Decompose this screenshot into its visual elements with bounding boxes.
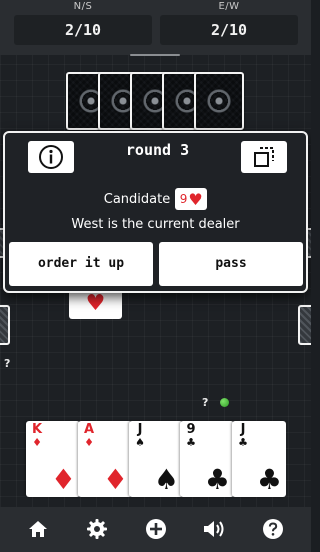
diamond-suit-icon: ♦ xyxy=(50,463,76,496)
help-icon xyxy=(263,519,283,539)
info-icon xyxy=(39,145,63,169)
bottom-nav xyxy=(0,507,311,552)
west-card-back xyxy=(0,305,10,345)
spade-suit-icon: ♠ xyxy=(135,436,145,449)
score-ns-label: N/S xyxy=(73,1,93,12)
diamond-suit-icon: ♦ xyxy=(32,436,42,449)
candidate-label: Candidate xyxy=(103,191,171,207)
home-button[interactable] xyxy=(26,517,50,541)
club-suit-icon: ♣ xyxy=(204,463,230,496)
spade-suit-icon: ♠ xyxy=(153,463,179,496)
card-rank: 9 xyxy=(186,422,196,437)
gear-icon xyxy=(87,519,107,539)
info-button[interactable] xyxy=(28,141,74,173)
sound-button[interactable] xyxy=(202,517,226,541)
score-ew: E/W 2/10 xyxy=(160,0,298,46)
diamond-suit-icon: ♦ xyxy=(84,436,94,449)
round-title: round 3 xyxy=(125,141,190,159)
diamond-suit-icon: ♦ xyxy=(102,463,128,496)
toggle-view-button[interactable] xyxy=(241,141,287,173)
dealer-status: West is the current dealer xyxy=(71,217,240,232)
game-screen: N/S 2/10 E/W 2/10 ♥ ? ? round 3 Candidat… xyxy=(0,0,311,552)
add-button[interactable] xyxy=(144,517,168,541)
score-ew-label: E/W xyxy=(218,1,240,12)
hand-card[interactable]: J ♣ ♣ xyxy=(232,421,286,497)
club-suit-icon: ♣ xyxy=(186,436,196,449)
pass-button[interactable]: pass xyxy=(159,242,303,286)
card-rank: J xyxy=(240,422,246,437)
hand-card[interactable]: 9 ♣ ♣ xyxy=(180,421,234,497)
south-unknown-marker: ? xyxy=(202,396,209,409)
card-rank: K xyxy=(31,422,43,437)
card-back xyxy=(194,72,244,130)
score-ns: N/S 2/10 xyxy=(14,0,152,46)
active-player-indicator xyxy=(220,398,229,407)
card-index: K ♦ xyxy=(30,422,44,449)
candidate-card-rank: 9 xyxy=(179,192,188,206)
west-unknown-marker: ? xyxy=(4,357,11,370)
card-index: J ♣ xyxy=(236,422,250,449)
home-icon xyxy=(29,521,47,537)
north-hand xyxy=(66,72,246,130)
bid-dialog: round 3 Candidate 9 ♥ West is the curren… xyxy=(3,131,308,293)
card-index: 9 ♣ xyxy=(184,422,198,449)
club-suit-icon: ♣ xyxy=(238,436,248,449)
east-card-back xyxy=(298,305,311,345)
score-ns-value: 2/10 xyxy=(14,15,152,45)
hand-card[interactable]: K ♦ ♦ xyxy=(26,421,80,497)
score-ew-value: 2/10 xyxy=(160,15,298,45)
score-bar: N/S 2/10 E/W 2/10 xyxy=(0,0,311,55)
add-icon xyxy=(146,519,166,539)
help-button[interactable] xyxy=(261,517,285,541)
card-rank: A xyxy=(83,422,95,437)
order-it-up-button[interactable]: order it up xyxy=(9,242,153,286)
card-rank: J xyxy=(137,422,143,437)
sound-icon xyxy=(204,521,224,537)
card-index: J ♠ xyxy=(133,422,147,449)
hand-card[interactable]: A ♦ ♦ xyxy=(78,421,132,497)
settings-button[interactable] xyxy=(85,517,109,541)
hand-card[interactable]: J ♠ ♠ xyxy=(129,421,183,497)
club-suit-icon: ♣ xyxy=(256,463,282,496)
candidate-card: 9 ♥ xyxy=(175,188,208,210)
drag-handle[interactable] xyxy=(130,54,180,56)
candidate-row: Candidate 9 ♥ xyxy=(5,187,306,211)
card-index: A ♦ xyxy=(82,422,96,449)
toggle-view-icon xyxy=(254,147,274,167)
heart-suit-icon: ♥ xyxy=(85,291,106,316)
player-hand: K ♦ ♦ A ♦ ♦ J ♠ ♠ 9 ♣ ♣ J ♣ ♣ xyxy=(26,421,286,497)
heart-suit-icon: ♥ xyxy=(188,189,203,209)
